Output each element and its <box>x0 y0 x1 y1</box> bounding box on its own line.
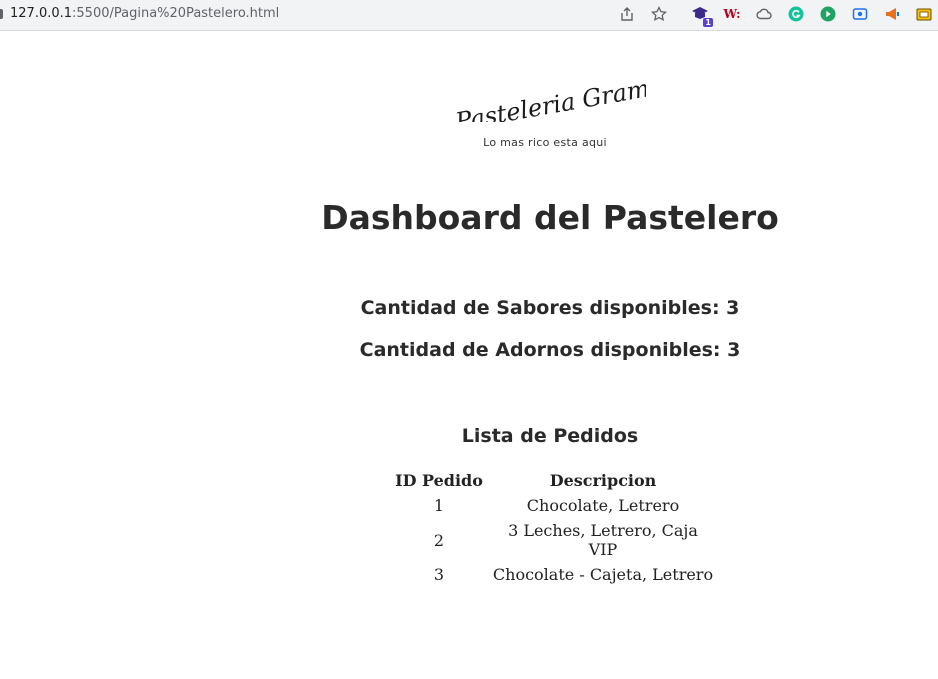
logo-text: Pasteleria Gramblet <box>452 66 646 122</box>
url-path: :5500/Pagina%20Pastelero.html <box>72 6 280 21</box>
play-extension-icon[interactable] <box>819 5 837 23</box>
browser-toolbar: 127.0.0.1:5500/Pagina%20Pastelero.html 1… <box>0 0 938 31</box>
order-description: Chocolate, Letrero <box>526 496 680 515</box>
column-header-id: ID Pedido <box>395 471 483 490</box>
extension-graduation-icon[interactable]: 1 <box>691 5 713 27</box>
order-description: Chocolate - Cajeta, Letrero <box>492 565 714 584</box>
extension-w-label: W: <box>723 7 741 21</box>
tagline: Lo mas rico esta aqui <box>483 136 607 149</box>
adornos-count: Cantidad de Adornos disponibles: 3 <box>359 339 741 361</box>
url-host: 127.0.0.1 <box>10 6 73 21</box>
order-id: 2 <box>433 530 445 550</box>
megaphone-icon[interactable] <box>883 5 901 23</box>
page-title: Dashboard del Pastelero <box>321 198 779 237</box>
order-description: 3 Leches, Letrero, Caja VIP <box>508 521 698 559</box>
table-row: 3 Chocolate - Cajeta, Letrero <box>390 562 718 587</box>
share-icon[interactable] <box>618 5 636 23</box>
address-bar[interactable]: 127.0.0.1:5500/Pagina%20Pastelero.html <box>0 0 678 28</box>
order-id: 1 <box>433 496 445 515</box>
bookmark-star-icon[interactable] <box>650 5 668 23</box>
bakery-logo: Pasteleria Gramblet <box>446 62 698 136</box>
table-header-row: ID Pedido Descripcion <box>390 468 718 493</box>
column-header-description: Descripcion <box>549 471 657 490</box>
grammarly-icon[interactable] <box>787 5 805 23</box>
folder-extension-icon[interactable] <box>915 5 933 23</box>
screen-record-icon[interactable] <box>851 5 869 23</box>
extension-w-icon[interactable]: W: <box>723 5 741 23</box>
orders-title: Lista de Pedidos <box>461 425 639 447</box>
extension-badge: 1 <box>703 18 713 27</box>
url-text[interactable]: 127.0.0.1:5500/Pagina%20Pastelero.html <box>10 6 279 21</box>
table-row: 1 Chocolate, Letrero <box>390 493 718 518</box>
table-row: 2 3 Leches, Letrero, Caja VIP <box>390 518 718 562</box>
sabores-count: Cantidad de Sabores disponibles: 3 <box>360 297 740 319</box>
cloud-icon[interactable] <box>755 5 773 23</box>
site-info-icon[interactable] <box>0 9 3 19</box>
order-id: 3 <box>433 565 445 584</box>
orders-table: ID Pedido Descripcion 1 Chocolate, Letre… <box>390 468 718 587</box>
